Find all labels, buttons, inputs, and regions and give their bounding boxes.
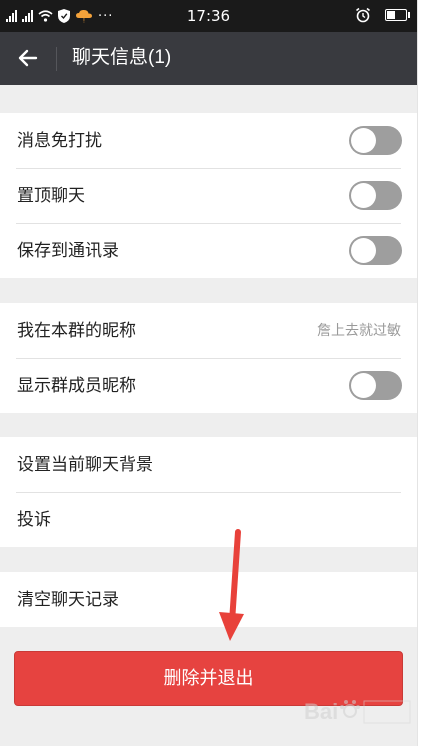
watermark-logo-icon: Bai bbox=[304, 699, 411, 724]
svg-text:Bai: Bai bbox=[304, 699, 338, 724]
phone-screen: ! ··· 17:36 聊天信息(1) 消息免打扰 置顶聊天 保存到通讯录 我在… bbox=[0, 0, 418, 746]
annotation-arrow-icon bbox=[219, 529, 244, 641]
